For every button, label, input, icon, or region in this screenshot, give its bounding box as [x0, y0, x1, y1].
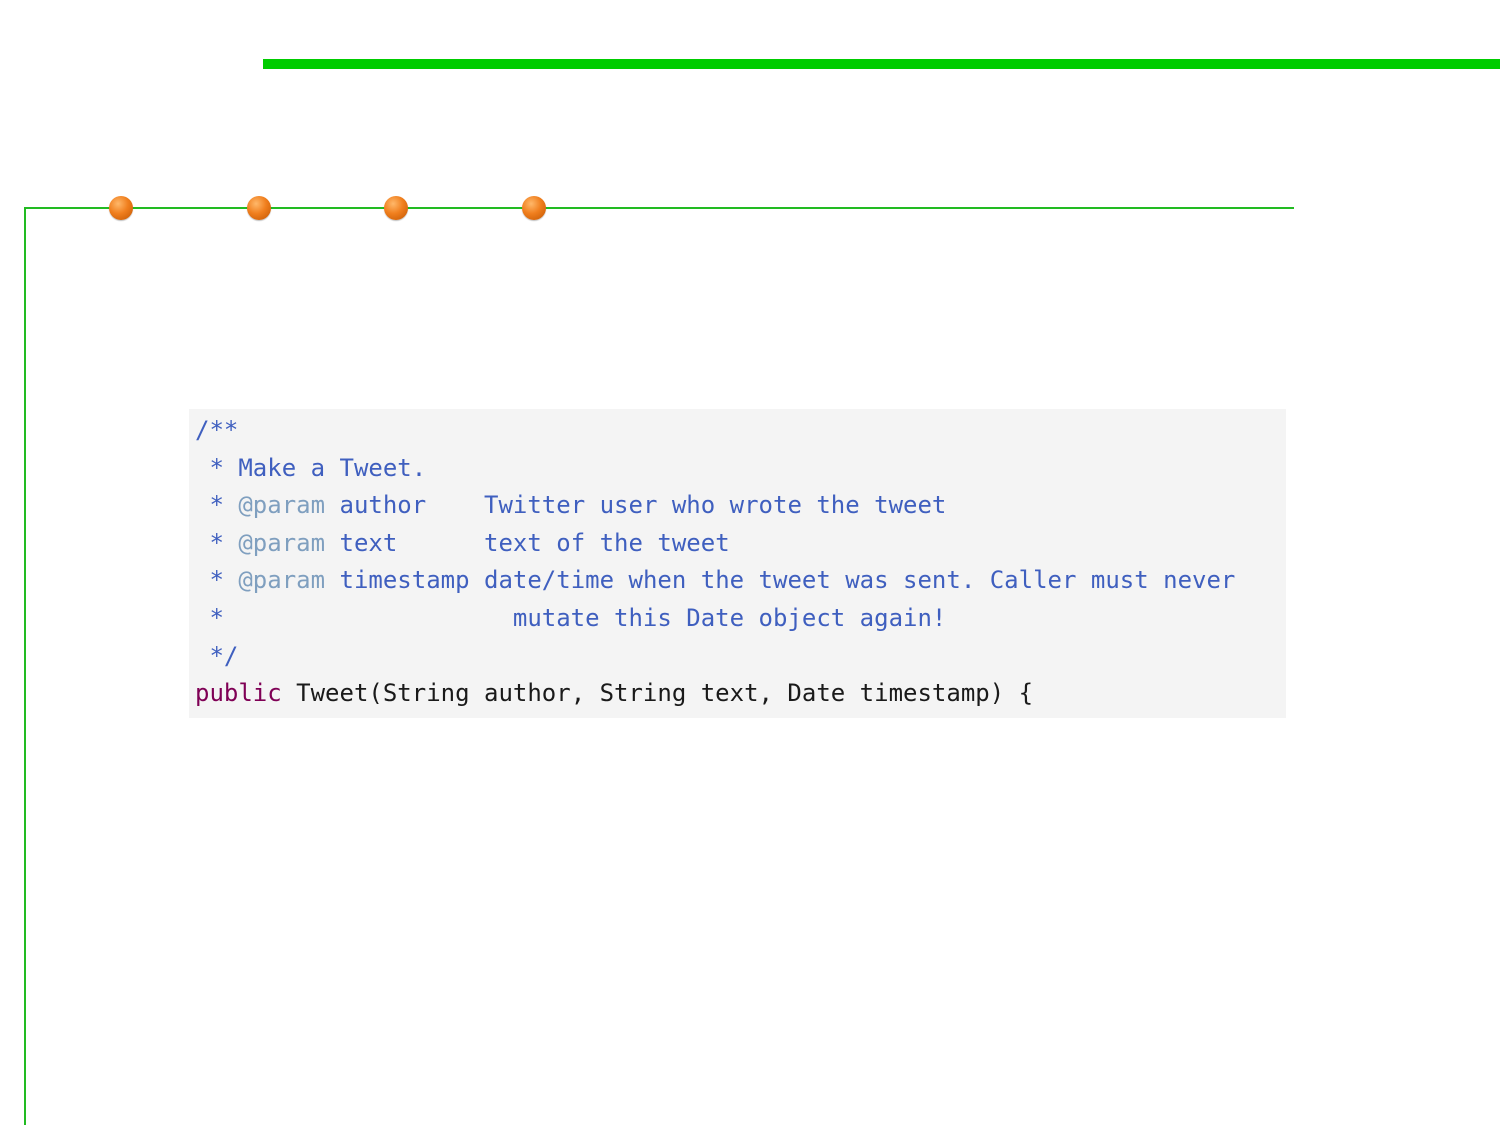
javadoc-tag: @param: [238, 491, 326, 520]
comment-text: author Twitter user who wrote the tweet: [325, 491, 947, 520]
comment-text: * mutate this Date object again!: [195, 603, 947, 632]
comment-text: text text of the tweet: [325, 528, 730, 557]
code-line: /**: [195, 412, 1286, 450]
code-line: public Tweet(String author, String text,…: [195, 675, 1286, 713]
code-line: * @param text text of the tweet: [195, 525, 1286, 563]
comment-text: timestamp date/time when the tweet was s…: [325, 566, 1236, 595]
code-line: * mutate this Date object again!: [195, 600, 1286, 638]
vertical-rule: [24, 207, 26, 1125]
code-line: * @param timestamp date/time when the tw…: [195, 562, 1286, 600]
code-snippet: /** * Make a Tweet. * @param author Twit…: [189, 409, 1286, 718]
comment-text: */: [195, 641, 239, 670]
orange-dot-icon: [384, 196, 408, 220]
comment-text: *: [195, 491, 239, 520]
comment-text: * Make a Tweet.: [195, 453, 427, 482]
orange-dot-icon: [522, 196, 546, 220]
top-accent-bar: [263, 59, 1500, 69]
comment-text: *: [195, 528, 239, 557]
code-line: * @param author Twitter user who wrote t…: [195, 487, 1286, 525]
code-line: * Make a Tweet.: [195, 450, 1286, 488]
keyword-text: public: [195, 679, 282, 708]
javadoc-tag: @param: [238, 528, 326, 557]
orange-dot-icon: [247, 196, 271, 220]
horizontal-rule: [24, 207, 1294, 209]
comment-text: *: [195, 566, 239, 595]
orange-dot-icon: [109, 196, 133, 220]
comment-text: /**: [195, 416, 239, 444]
code-text: Tweet(String author, String text, Date t…: [281, 679, 1034, 708]
javadoc-tag: @param: [238, 566, 326, 595]
code-line: */: [195, 638, 1286, 676]
